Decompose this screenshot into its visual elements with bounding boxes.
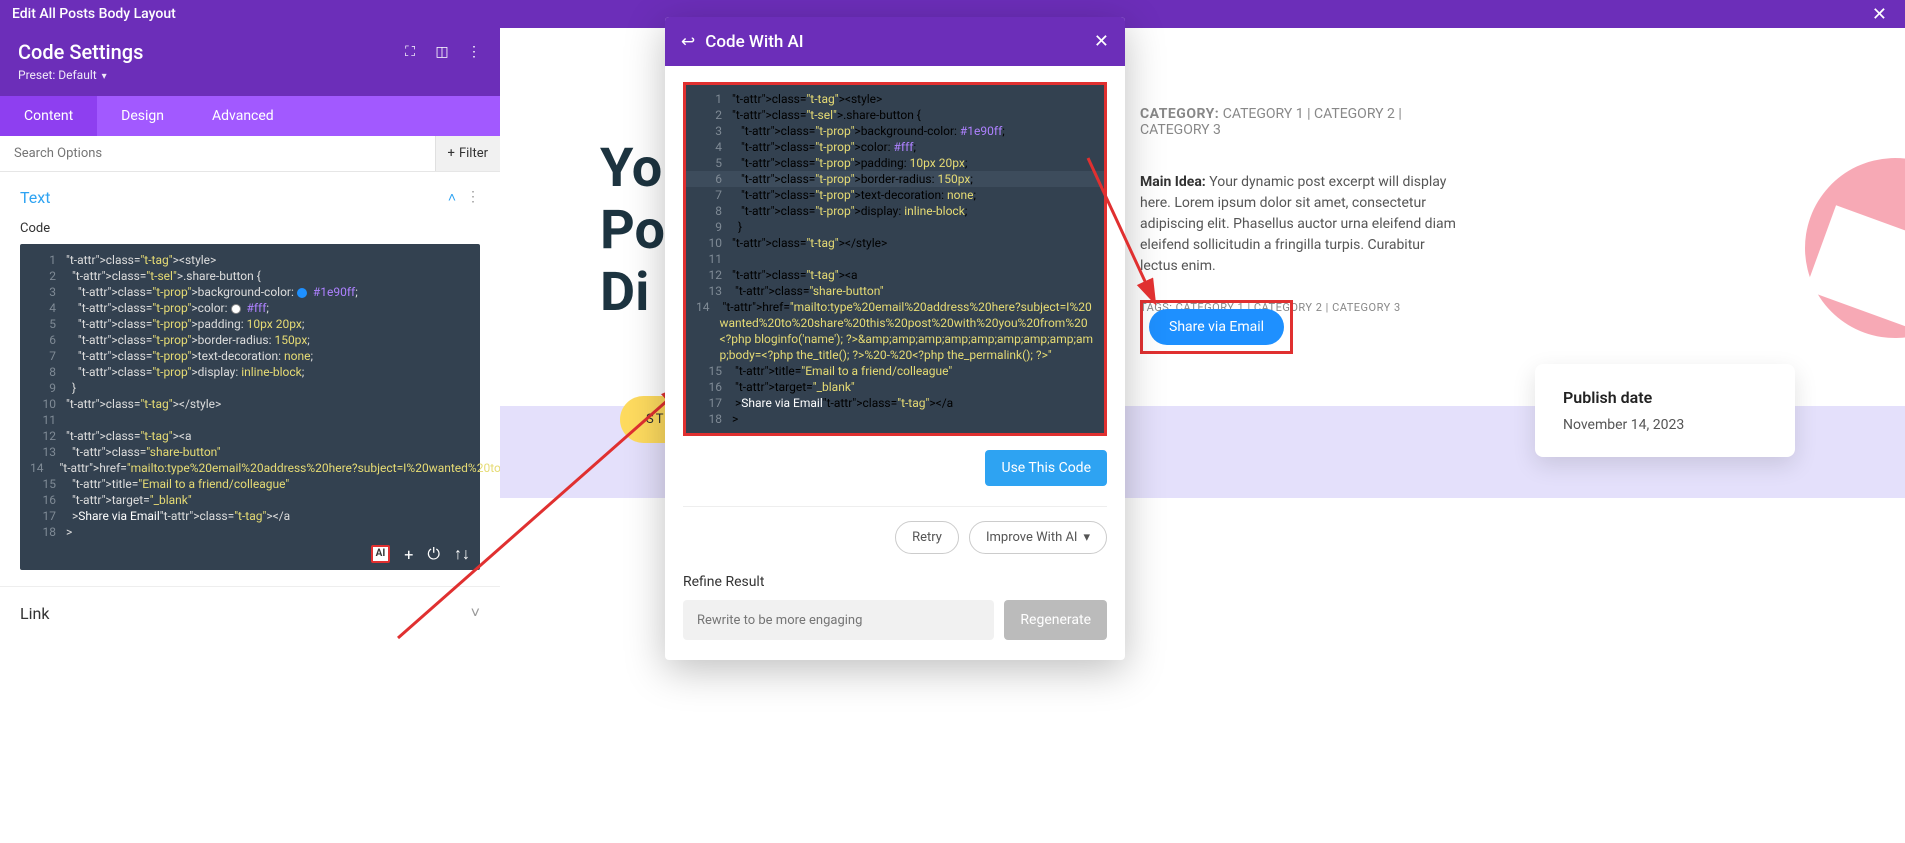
chevron-up-icon[interactable]: ˄	[448, 189, 456, 206]
search-row: + Filter	[0, 136, 500, 172]
plus-icon: +	[448, 146, 455, 161]
settings-title: Code Settings	[18, 40, 143, 64]
main-idea: Main Idea: Your dynamic post excerpt wil…	[1140, 172, 1460, 277]
preset-row[interactable]: Preset: Default ▾	[18, 68, 482, 82]
use-this-code-button[interactable]: Use This Code	[985, 450, 1107, 486]
hero-line-2: Po	[600, 200, 665, 262]
text-section-head[interactable]: Text ˄ ⋮	[20, 188, 480, 207]
category-label: CATEGORY:	[1140, 106, 1219, 122]
hero-title: Yo Po Di	[600, 138, 665, 324]
ai-code-block[interactable]: 1"t-attr">class="t-tag"><style>2"t-attr"…	[683, 82, 1107, 436]
improve-with-ai-button[interactable]: Improve With AI▾	[969, 521, 1107, 554]
tab-content[interactable]: Content	[0, 96, 97, 136]
expand-icon[interactable]: ⛶	[402, 44, 418, 60]
more-icon[interactable]: ⋮	[466, 44, 482, 60]
refine-input[interactable]	[683, 600, 994, 640]
more-icon[interactable]: ⋮	[466, 189, 480, 206]
filter-label: Filter	[459, 146, 488, 161]
ai-button[interactable]: AI	[371, 545, 391, 563]
preset-label: Preset:	[18, 68, 55, 82]
settings-tabs: Content Design Advanced	[0, 96, 500, 136]
regenerate-button[interactable]: Regenerate	[1004, 600, 1107, 640]
code-field-label: Code	[20, 221, 480, 236]
refine-row: Regenerate	[683, 600, 1107, 640]
ai-modal-body: 1"t-attr">class="t-tag"><style>2"t-attr"…	[665, 66, 1125, 660]
close-icon[interactable]: ✕	[1866, 4, 1893, 25]
hero-line-1: Yo	[600, 138, 665, 200]
search-input[interactable]	[0, 136, 435, 171]
retry-button[interactable]: Retry	[895, 521, 959, 554]
hero-line-3: Di	[600, 262, 665, 324]
code-with-ai-modal: ↩ Code With AI ✕ 1"t-attr">class="t-tag"…	[665, 17, 1125, 660]
columns-icon[interactable]: ◫	[434, 44, 450, 60]
category-row: CATEGORY: CATEGORY 1 | CATEGORY 2 | CATE…	[1140, 106, 1460, 138]
ai-action-row: Retry Improve With AI▾	[683, 521, 1107, 554]
link-section-title: Link	[20, 604, 49, 623]
tab-advanced[interactable]: Advanced	[188, 96, 298, 136]
publish-date: November 14, 2023	[1563, 417, 1767, 433]
ai-modal-header: ↩ Code With AI ✕	[665, 17, 1125, 66]
tab-design[interactable]: Design	[97, 96, 188, 136]
ai-modal-title: Code With AI	[705, 32, 803, 52]
publish-title: Publish date	[1563, 388, 1767, 407]
annotation-arrow-1	[390, 370, 700, 650]
text-section-title: Text	[20, 188, 50, 207]
publish-card: Publish date November 14, 2023	[1535, 364, 1795, 457]
window-title: Edit All Posts Body Layout	[12, 6, 176, 22]
post-meta: CATEGORY: CATEGORY 1 | CATEGORY 2 | CATE…	[1140, 106, 1460, 314]
close-icon[interactable]: ✕	[1094, 31, 1109, 52]
filter-button[interactable]: + Filter	[435, 136, 500, 171]
settings-header: Code Settings ⛶ ◫ ⋮ Preset: Default ▾	[0, 28, 500, 96]
chevron-down-icon: ▾	[102, 71, 107, 82]
back-icon[interactable]: ↩	[681, 32, 695, 52]
settings-title-row: Code Settings ⛶ ◫ ⋮	[18, 40, 482, 64]
preset-value: Default	[58, 68, 96, 82]
annotation-arrow-2	[1080, 148, 1170, 318]
chevron-down-icon: ▾	[1083, 530, 1090, 545]
refine-label: Refine Result	[683, 574, 1107, 590]
